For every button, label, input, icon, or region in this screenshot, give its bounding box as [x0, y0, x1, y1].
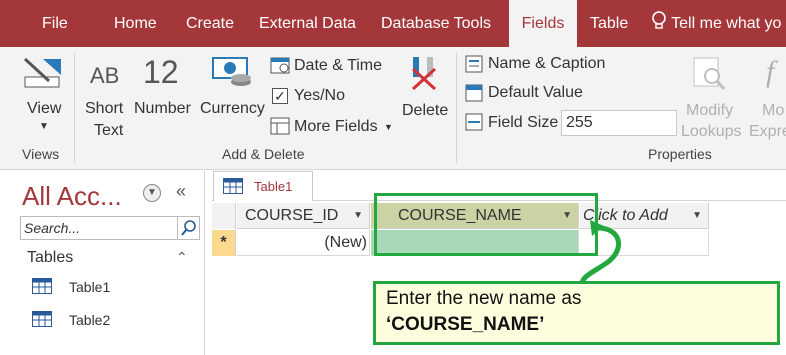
- delete-label: Delete: [402, 102, 449, 119]
- document-tab-label: Table1: [254, 179, 293, 194]
- field-size-input[interactable]: 255: [561, 110, 677, 136]
- table-icon: [32, 278, 52, 294]
- table-icon: [32, 311, 52, 327]
- chevron-down-icon[interactable]: ▼: [353, 203, 363, 229]
- checkbox-icon: ✓: [272, 88, 288, 104]
- select-all-corner[interactable]: [212, 203, 236, 229]
- callout-line-2: ‘COURSE_NAME’: [386, 314, 545, 335]
- lightbulb-icon: [651, 11, 671, 32]
- modify-lookups-label-2: Lookups: [681, 123, 742, 140]
- tab-external-data[interactable]: External Data: [259, 0, 356, 47]
- properties-group-label: Properties: [648, 146, 712, 162]
- modify-expression-label-2: Expre: [749, 123, 786, 140]
- modify-lookups-label-1: Modify: [686, 102, 734, 119]
- more-fields-icon: [270, 117, 290, 140]
- nav-item-table2[interactable]: Table2: [32, 311, 182, 329]
- nav-section-tables[interactable]: Tables: [27, 249, 73, 267]
- instruction-callout: Enter the new name as ‘COURSE_NAME’: [373, 281, 780, 345]
- delete-icon: [407, 55, 441, 96]
- tab-file[interactable]: File: [42, 0, 68, 47]
- tab-create[interactable]: Create: [186, 0, 234, 47]
- modify-lookups-icon: [692, 56, 726, 97]
- date-time-label: Date & Time: [294, 57, 383, 74]
- currency-icon: [211, 54, 255, 93]
- modify-expression-label-1: Mo: [762, 102, 785, 119]
- document-tab-table1[interactable]: Table1: [213, 171, 313, 201]
- new-record-selector[interactable]: *: [212, 230, 236, 256]
- yes-no-label: Yes/No: [294, 87, 345, 104]
- add-delete-group-label: Add & Delete: [222, 146, 305, 162]
- views-group-label: Views: [22, 146, 60, 162]
- nav-menu-icon[interactable]: ▼: [143, 184, 161, 202]
- tell-me-box[interactable]: Tell me what yo: [651, 0, 781, 47]
- function-icon: f: [766, 55, 775, 88]
- chevron-down-icon: ▼: [39, 121, 49, 132]
- name-caption-label: Name & Caption: [488, 55, 606, 72]
- callout-line-1: Enter the new name as: [386, 288, 582, 309]
- nav-item-label: Table2: [69, 312, 111, 328]
- navigation-pane: All Acc... ▼ « Search... Tables ⌃ Table1…: [0, 171, 205, 355]
- field-size-label: Field Size: [488, 114, 559, 131]
- short-text-label-1: Short: [85, 100, 124, 117]
- name-caption-icon: [465, 55, 483, 78]
- table-icon: [223, 178, 243, 199]
- currency-label: Currency: [200, 100, 265, 117]
- tab-database-tools[interactable]: Database Tools: [381, 0, 491, 47]
- default-value-icon: [465, 84, 483, 107]
- short-text-label-2: Text: [94, 122, 124, 139]
- search-placeholder: Search...: [24, 220, 81, 236]
- more-fields-label: More Fields: [294, 118, 378, 135]
- view-label: View: [27, 100, 62, 117]
- calendar-icon: [270, 56, 290, 79]
- ribbon-tab-bar: File Home Create External Data Database …: [0, 0, 786, 47]
- default-value-label: Default Value: [488, 84, 583, 101]
- field-size-icon: [465, 113, 483, 136]
- curved-arrow-icon: [579, 220, 621, 285]
- nav-search-input[interactable]: Search...: [20, 216, 200, 240]
- chevron-down-icon: ▼: [384, 122, 393, 132]
- search-icon[interactable]: [177, 217, 199, 239]
- chevron-down-icon[interactable]: ▼: [692, 203, 702, 229]
- short-text-icon: AB: [90, 63, 120, 88]
- tab-fields[interactable]: Fields: [509, 0, 577, 47]
- separator: [74, 53, 75, 163]
- separator: [456, 53, 457, 163]
- tab-home[interactable]: Home: [114, 0, 157, 47]
- ribbon: View ▼ Views AB Short Text 12 Number Cur…: [0, 47, 786, 170]
- number-icon: 12: [143, 54, 179, 90]
- chevron-up-icon[interactable]: ⌃: [176, 249, 188, 266]
- collapse-pane-icon[interactable]: «: [176, 181, 186, 202]
- column-header-course-id[interactable]: COURSE_ID ▼: [237, 203, 370, 229]
- column-header-label: COURSE_ID: [245, 207, 339, 224]
- tab-table[interactable]: Table: [590, 0, 628, 47]
- nav-item-label: Table1: [69, 279, 111, 295]
- cell-course-id-new[interactable]: (New): [237, 230, 370, 256]
- number-label: Number: [134, 100, 191, 117]
- tell-me-label: Tell me what yo: [671, 15, 782, 32]
- view-icon: [21, 55, 63, 96]
- nav-item-table1[interactable]: Table1: [32, 278, 182, 296]
- nav-pane-title[interactable]: All Acc...: [22, 181, 122, 212]
